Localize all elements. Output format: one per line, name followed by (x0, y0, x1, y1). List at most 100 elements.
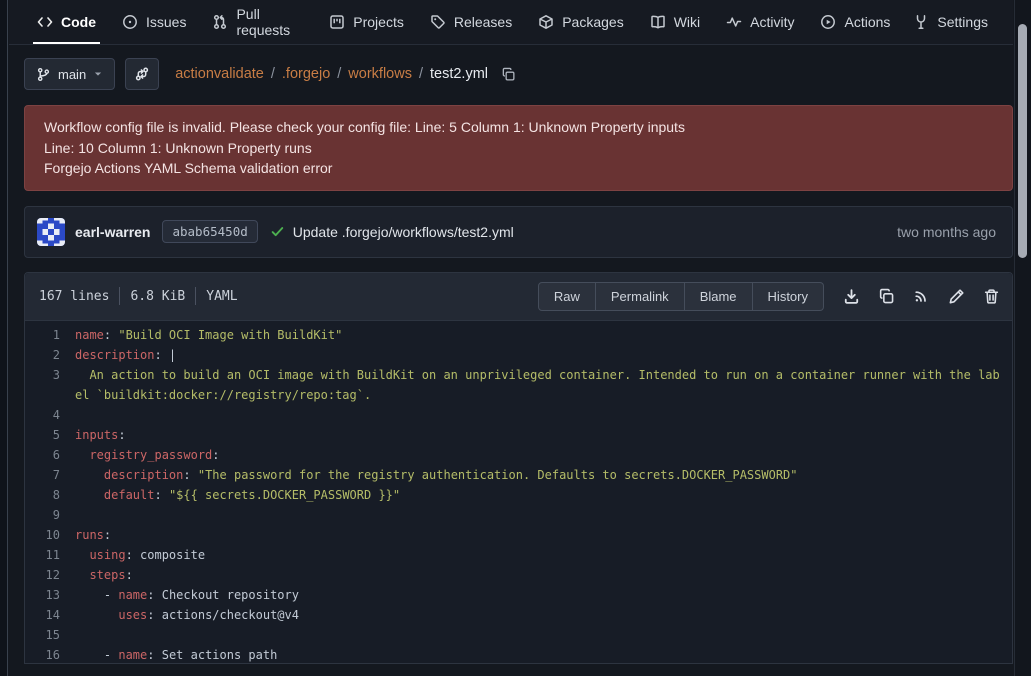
breadcrumb-dir-link[interactable]: workflows (348, 66, 412, 82)
check-icon (270, 224, 285, 239)
tab-label: Projects (353, 14, 404, 30)
line-number[interactable]: 7 (25, 465, 75, 485)
line-content: inputs: (75, 425, 132, 445)
tab-packages[interactable]: Packages (528, 0, 633, 44)
tab-label: Code (61, 14, 96, 30)
error-line: Line: 10 Column 1: Unknown Property runs (44, 138, 993, 159)
breadcrumb-separator: / (419, 66, 423, 82)
repo-tab-bar: Code Issues Pull requests Projects Relea… (9, 0, 1013, 45)
code-line: 14 uses: actions/checkout@v4 (25, 605, 1012, 625)
divider (119, 287, 120, 305)
rss-feed-button[interactable] (910, 285, 932, 307)
line-content: uses: actions/checkout@v4 (75, 605, 305, 625)
line-content: description: "The password for the regis… (75, 465, 804, 485)
latest-commit-panel: earl-warren abab65450d Update .forgejo/w… (24, 206, 1013, 258)
tab-releases[interactable]: Releases (420, 0, 522, 44)
code-lines: 1name: "Build OCI Image with BuildKit"2d… (25, 321, 1012, 664)
window-left-edge (0, 0, 8, 676)
tab-label: Activity (750, 14, 794, 30)
tab-settings[interactable]: Settings (903, 0, 998, 44)
pulse-icon (726, 14, 742, 30)
download-button[interactable] (840, 285, 862, 307)
line-content: el `buildkit:docker://registry/repo:tag`… (75, 385, 377, 405)
breadcrumb-dir-link[interactable]: .forgejo (282, 66, 330, 82)
code-line: 6 registry_password: (25, 445, 1012, 465)
rss-icon (913, 288, 929, 304)
code-line: 7 description: "The password for the reg… (25, 465, 1012, 485)
line-number[interactable]: 1 (25, 325, 75, 345)
compare-icon (134, 66, 150, 82)
commit-message[interactable]: Update .forgejo/workflows/test2.yml (293, 224, 514, 240)
line-number[interactable]: 10 (25, 525, 75, 545)
code-line: 11 using: composite (25, 545, 1012, 565)
line-number[interactable]: 6 (25, 445, 75, 465)
line-number[interactable]: 16 (25, 645, 75, 664)
code-line: 3 An action to build an OCI image with B… (25, 365, 1012, 385)
line-number[interactable]: 2 (25, 345, 75, 365)
line-number[interactable]: 3 (25, 365, 75, 385)
line-number[interactable]: 4 (25, 405, 75, 425)
compare-button[interactable] (125, 58, 159, 90)
commit-sha-badge[interactable]: abab65450d (162, 220, 257, 243)
raw-button[interactable]: Raw (538, 282, 596, 311)
line-content: name: "Build OCI Image with BuildKit" (75, 325, 348, 345)
tab-actions[interactable]: Actions (810, 0, 900, 44)
breadcrumb-current-file: test2.yml (430, 66, 488, 82)
line-content: runs: (75, 525, 117, 545)
line-number[interactable] (25, 385, 75, 405)
avatar[interactable] (37, 218, 65, 246)
code-line: 1name: "Build OCI Image with BuildKit" (25, 325, 1012, 345)
line-content: using: composite (75, 545, 211, 565)
edit-button[interactable] (945, 285, 967, 307)
permalink-button[interactable]: Permalink (596, 282, 685, 311)
commit-status-success[interactable] (270, 224, 285, 239)
tab-issues[interactable]: Issues (112, 0, 196, 44)
line-number[interactable]: 11 (25, 545, 75, 565)
line-content (75, 625, 81, 645)
commit-author[interactable]: earl-warren (75, 224, 150, 240)
line-number[interactable]: 8 (25, 485, 75, 505)
copy-icon (501, 67, 516, 82)
tab-activity[interactable]: Activity (716, 0, 804, 44)
package-icon (538, 14, 554, 30)
copy-content-button[interactable] (875, 285, 897, 307)
book-icon (650, 14, 666, 30)
breadcrumb-repo-link[interactable]: actionvalidate (175, 66, 264, 82)
tab-label: Packages (562, 14, 623, 30)
tab-projects[interactable]: Projects (319, 0, 414, 44)
line-content (75, 405, 81, 425)
blame-button[interactable]: Blame (685, 282, 753, 311)
tab-pull-requests[interactable]: Pull requests (202, 0, 313, 44)
scrollbar-thumb[interactable] (1018, 24, 1027, 258)
line-number[interactable]: 12 (25, 565, 75, 585)
copy-path-button[interactable] (501, 67, 516, 82)
line-content: An action to build an OCI image with Bui… (75, 365, 1006, 385)
line-content: default: "${{ secrets.DOCKER_PASSWORD }}… (75, 485, 406, 505)
tab-label: Issues (146, 14, 186, 30)
code-icon (37, 14, 53, 30)
tab-code[interactable]: Code (27, 0, 106, 44)
line-number[interactable]: 13 (25, 585, 75, 605)
scrollbar-track[interactable] (1014, 0, 1031, 676)
file-header: 167 lines 6.8 KiB YAML Raw Permalink Bla… (25, 273, 1012, 321)
view-mode-buttons: Raw Permalink Blame History (538, 282, 824, 311)
delete-button[interactable] (980, 285, 1002, 307)
line-number[interactable]: 9 (25, 505, 75, 525)
history-button[interactable]: History (753, 282, 824, 311)
tab-label: Actions (844, 14, 890, 30)
tab-label: Releases (454, 14, 512, 30)
line-number[interactable]: 14 (25, 605, 75, 625)
project-board-icon (329, 14, 345, 30)
line-number[interactable]: 5 (25, 425, 75, 445)
file-size: 6.8 KiB (130, 289, 185, 304)
commit-time: two months ago (897, 224, 1000, 240)
branch-selector[interactable]: main (24, 58, 115, 90)
tab-label: Settings (937, 14, 988, 30)
line-content: description: | (75, 345, 182, 365)
pull-request-icon (212, 14, 228, 30)
breadcrumb-separator: / (337, 66, 341, 82)
tab-wiki[interactable]: Wiki (640, 0, 710, 44)
line-content (75, 505, 81, 525)
breadcrumb: actionvalidate / .forgejo / workflows / … (175, 66, 516, 82)
line-number[interactable]: 15 (25, 625, 75, 645)
